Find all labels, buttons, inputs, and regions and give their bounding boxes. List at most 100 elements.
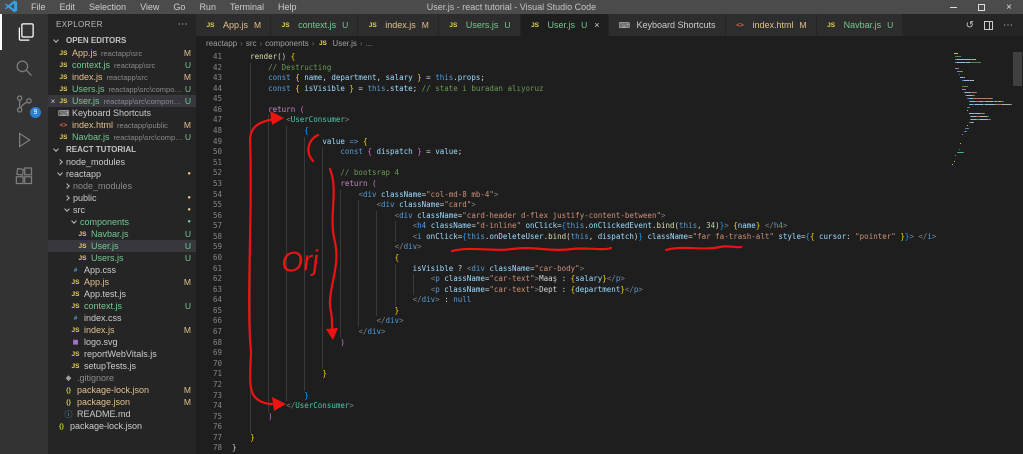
code-line[interactable]: 58 <i onClick={this.onDeleteUser.bind(th… (196, 232, 951, 243)
scrollbar-thumb[interactable] (1013, 52, 1022, 86)
code-line[interactable]: 74 </UserConsumer> (196, 401, 951, 412)
code-line[interactable]: 75 ) (196, 412, 951, 423)
tree-item-navbar-js[interactable]: JSNavbar.jsU (48, 228, 196, 240)
code-line[interactable]: 59 </div> (196, 242, 951, 253)
code-line[interactable]: 73 } (196, 391, 951, 402)
tab-users-js[interactable]: JSUsers.jsU (439, 14, 521, 36)
code-line[interactable]: 55 <div className="card"> (196, 200, 951, 211)
tree-item-users-js[interactable]: JSUsers.jsU (48, 252, 196, 264)
minimize-button[interactable] (939, 0, 967, 14)
history-icon[interactable]: ↺ (966, 20, 974, 31)
tree-item-package-json[interactable]: {}package.jsonM (48, 396, 196, 408)
code-line[interactable]: 48 { (196, 126, 951, 137)
tab-index-js[interactable]: JSindex.jsM (358, 14, 439, 36)
extensions-icon[interactable] (0, 158, 48, 194)
tree-item-app-test-js[interactable]: JSApp.test.js (48, 288, 196, 300)
code-line[interactable]: 42 // Destructing (196, 63, 951, 74)
breadcrumb-item[interactable]: src (246, 39, 257, 48)
tree-item-node-modules[interactable]: node_modules (48, 180, 196, 192)
open-editors-header[interactable]: OPEN EDITORS (48, 34, 196, 47)
open-editor-user-js[interactable]: ×JSUser.jsreactapp\src\componentsU (48, 95, 196, 107)
breadcrumb-item[interactable]: User.js (332, 39, 356, 48)
tree-item-user-js[interactable]: JSUser.jsU (48, 240, 196, 252)
menu-item-selection[interactable]: Selection (82, 2, 133, 12)
tab-user-js[interactable]: JSUser.jsU× (521, 14, 610, 36)
tree-item-public[interactable]: public● (48, 192, 196, 204)
minimap[interactable] (952, 52, 1012, 454)
code-line[interactable]: 46 return ( (196, 105, 951, 116)
source-control-icon[interactable]: 9 (0, 86, 48, 122)
code-line[interactable]: 56 <div className="card-header d-flex ju… (196, 211, 951, 222)
explorer-icon[interactable] (0, 14, 48, 50)
tree-item-node-modules[interactable]: node_modules (48, 156, 196, 168)
tree-item-components[interactable]: components● (48, 216, 196, 228)
tree-item-reactapp[interactable]: reactapp● (48, 168, 196, 180)
open-editor-users-js[interactable]: JSUsers.jsreactapp\src\componentsU (48, 83, 196, 95)
code-line[interactable]: 64 </div> : null (196, 295, 951, 306)
tab-close-icon[interactable]: × (594, 20, 599, 30)
search-icon[interactable] (0, 50, 48, 86)
tree-item-reportwebvitals-js[interactable]: JSreportWebVitals.js (48, 348, 196, 360)
open-editor-index-html[interactable]: <>index.htmlreactapp\publicM (48, 119, 196, 131)
tab-app-js[interactable]: JSApp.jsM (196, 14, 271, 36)
breadcrumb-item[interactable]: ... (366, 39, 373, 48)
code-line[interactable]: 47 <UserConsumer> (196, 115, 951, 126)
menu-item-terminal[interactable]: Terminal (223, 2, 271, 12)
code-line[interactable]: 63 <p className="car-text">Dept : {depar… (196, 285, 951, 296)
code-line[interactable]: 76 (196, 422, 951, 433)
tree-item-app-js[interactable]: JSApp.jsM (48, 276, 196, 288)
code-line[interactable]: 52 // bootsrap 4 (196, 168, 951, 179)
code-line[interactable]: 41 render() { (196, 52, 951, 63)
tree-item-package-lock-json[interactable]: {}package-lock.json (48, 420, 196, 432)
open-editor-context-js[interactable]: JScontext.jsreactapp\srcU (48, 59, 196, 71)
close-button[interactable]: × (995, 0, 1023, 14)
code-line[interactable]: 68 ) (196, 338, 951, 349)
tree-item-index-css[interactable]: #index.css (48, 312, 196, 324)
code-line[interactable]: 54 <div className="col-md-8 mb-4"> (196, 190, 951, 201)
menu-item-go[interactable]: Go (166, 2, 192, 12)
code-line[interactable]: 50 const { dispatch } = value; (196, 147, 951, 158)
code-line[interactable]: 70 (196, 359, 951, 370)
more-actions-icon[interactable]: ⋯ (1003, 20, 1013, 31)
maximize-button[interactable] (967, 0, 995, 14)
code-line[interactable]: 65 } (196, 306, 951, 317)
open-editor-keyboard-shortcuts[interactable]: ⌨Keyboard Shortcuts (48, 107, 196, 119)
code-line[interactable]: 69 (196, 348, 951, 359)
code-area[interactable]: 41 render() {42 // Destructing43 const {… (196, 50, 1023, 454)
menu-item-help[interactable]: Help (271, 2, 304, 12)
menu-item-view[interactable]: View (133, 2, 166, 12)
open-editor-index-js[interactable]: JSindex.jsreactapp\srcM (48, 71, 196, 83)
code-line[interactable]: 44 const { isVisible } = this.state; // … (196, 84, 951, 95)
code-line[interactable]: 51 (196, 158, 951, 169)
open-editor-navbar-js[interactable]: JSNavbar.jsreactapp\src\componentsU (48, 131, 196, 143)
code-line[interactable]: 77 } (196, 433, 951, 444)
run-debug-icon[interactable] (0, 122, 48, 158)
tree-item-setuptests-js[interactable]: JSsetupTests.js (48, 360, 196, 372)
menu-item-edit[interactable]: Edit (53, 2, 83, 12)
open-editor-app-js[interactable]: JSApp.jsreactapp\srcM (48, 47, 196, 59)
tree-item-context-js[interactable]: JScontext.jsU (48, 300, 196, 312)
breadcrumb-item[interactable]: reactapp (206, 39, 237, 48)
close-editor-icon[interactable]: × (48, 97, 58, 106)
tree-item-index-js[interactable]: JSindex.jsM (48, 324, 196, 336)
code-line[interactable]: 71 } (196, 369, 951, 380)
tab-keyboard-shortcuts[interactable]: ⌨Keyboard Shortcuts (609, 14, 725, 36)
breadcrumb-item[interactable]: components (265, 39, 309, 48)
tab-context-js[interactable]: JScontext.jsU (271, 14, 358, 36)
tree-item-logo-svg[interactable]: ◼logo.svg (48, 336, 196, 348)
code-line[interactable]: 62 <p className="car-text">Maaş : {salar… (196, 274, 951, 285)
code-line[interactable]: 61 isVisible ? <div className="car-body"… (196, 264, 951, 275)
code-line[interactable]: 66 </div> (196, 316, 951, 327)
code-line[interactable]: 45 (196, 94, 951, 105)
tree-item-package-lock-json[interactable]: {}package-lock.jsonM (48, 384, 196, 396)
code-line[interactable]: 72 (196, 380, 951, 391)
code-line[interactable]: 78} (196, 443, 951, 454)
code-line[interactable]: 49 value => { (196, 137, 951, 148)
code-line[interactable]: 67 </div> (196, 327, 951, 338)
tree-item-app-css[interactable]: #App.css (48, 264, 196, 276)
tab-index-html[interactable]: <>index.htmlM (726, 14, 817, 36)
tree-item-src[interactable]: src● (48, 204, 196, 216)
tree-item--gitignore[interactable]: ◆.gitignore (48, 372, 196, 384)
explorer-more-actions-icon[interactable]: ⋯ (178, 19, 188, 30)
split-editor-icon[interactable] (984, 21, 993, 30)
